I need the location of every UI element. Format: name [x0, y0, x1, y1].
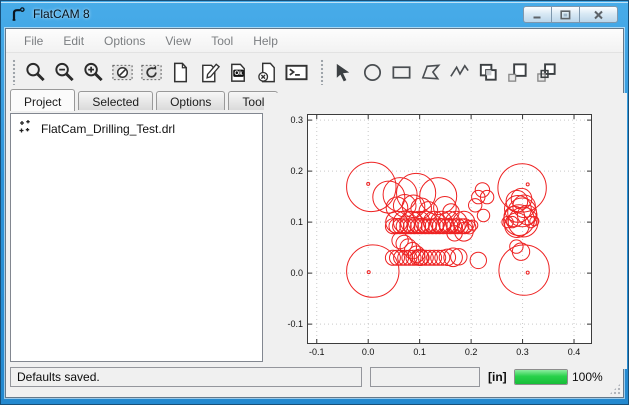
drill-hole-circle [367, 271, 370, 274]
zoom-fit-icon[interactable] [21, 57, 50, 87]
select-arrow-icon[interactable] [329, 57, 358, 87]
drill-hole-circle [420, 178, 457, 215]
plot-figure[interactable]: -0.1 0.0 0.1 0.2 0.3 0.4 -0.1 0.0 0.1 0.2 0.3 [264, 93, 627, 369]
y-tick-label: 0.2 [290, 166, 303, 176]
toolbar-handle[interactable] [12, 59, 16, 85]
save-ok-icon[interactable]: Ok [224, 57, 253, 87]
x-tick-label: 0.0 [362, 347, 375, 357]
draw-polygon-icon[interactable] [416, 57, 445, 87]
y-tick-label: 0.0 [290, 268, 303, 278]
draw-path-icon[interactable] [445, 57, 474, 87]
maximize-icon[interactable] [551, 6, 580, 23]
draw-circle-icon[interactable] [358, 57, 387, 87]
drill-hole-circle [477, 209, 489, 221]
menu-help[interactable]: Help [243, 30, 288, 52]
drill-hole-circle [499, 245, 549, 295]
status-bar: Defaults saved. [in] 100% [6, 363, 623, 397]
tab-selected[interactable]: Selected [78, 91, 153, 110]
status-secondary-box [370, 367, 480, 387]
x-tick-label: 0.3 [516, 347, 529, 357]
delete-object-icon[interactable] [253, 57, 282, 87]
move-objects-icon[interactable] [532, 57, 561, 87]
menu-edit[interactable]: Edit [53, 30, 94, 52]
flatcam-window: FlatCAM 8 FileEditOptionsViewToolHelp Ok… [0, 0, 629, 405]
shell-icon[interactable] [282, 57, 311, 87]
notebook-tabs: ProjectSelectedOptionsTool [10, 91, 278, 113]
y-tick-label: 0.1 [290, 217, 303, 227]
zoom-out-icon[interactable] [50, 57, 79, 87]
drill-hole-circle [526, 271, 529, 274]
menu-tool[interactable]: Tool [201, 30, 243, 52]
progress-bar [514, 369, 568, 385]
zoom-in-icon[interactable] [79, 57, 108, 87]
plot-axes[interactable]: -0.10.00.10.20.30.4-0.10.00.10.20.3 [307, 114, 592, 344]
drill-hole-circle [347, 162, 396, 211]
plot-canvas[interactable] [308, 115, 591, 343]
titlebar[interactable]: FlatCAM 8 [1, 1, 628, 28]
progress-percent: 100% [572, 370, 603, 384]
tab-options[interactable]: Options [156, 91, 225, 110]
geometry-toolbar [314, 55, 564, 89]
replot-icon[interactable] [137, 57, 166, 87]
draw-rectangle-icon[interactable] [387, 57, 416, 87]
menu-file[interactable]: File [14, 30, 53, 52]
tab-project[interactable]: Project [10, 89, 75, 111]
project-tree[interactable]: FlatCam_Drilling_Test.drl [10, 113, 263, 362]
drill-hole-circle [526, 183, 529, 186]
minimize-icon[interactable] [523, 6, 552, 23]
window-title: FlatCAM 8 [33, 7, 90, 21]
svg-text:Ok: Ok [234, 70, 243, 77]
flatcam-logo-icon [10, 6, 27, 23]
menu-bar: FileEditOptionsViewToolHelp [6, 29, 623, 53]
toolbar-handle[interactable] [320, 59, 324, 85]
y-tick-label: 0.3 [290, 115, 303, 125]
window-controls [524, 6, 618, 23]
drill-hole-circle [451, 249, 467, 265]
resize-grip-icon[interactable] [609, 383, 621, 395]
units-label: [in] [488, 370, 507, 384]
drill-hole-circle [470, 252, 486, 268]
y-tick-label: -0.1 [287, 319, 303, 329]
clear-plot-icon[interactable] [108, 57, 137, 87]
drill-object-icon [18, 119, 34, 138]
copy-objects-icon[interactable] [503, 57, 532, 87]
union-icon[interactable] [474, 57, 503, 87]
x-tick-label: 0.2 [465, 347, 478, 357]
close-icon[interactable] [579, 6, 618, 23]
new-project-icon[interactable] [166, 57, 195, 87]
toolbar: Ok [6, 53, 623, 91]
tree-item[interactable]: FlatCam_Drilling_Test.drl [11, 114, 262, 138]
menu-view[interactable]: View [155, 30, 201, 52]
status-message: Defaults saved. [10, 367, 362, 387]
open-edit-icon[interactable] [195, 57, 224, 87]
x-tick-label: 0.1 [413, 347, 426, 357]
file-plot-toolbar: Ok [6, 55, 314, 89]
tree-item-label: FlatCam_Drilling_Test.drl [41, 122, 175, 136]
x-tick-label: 0.4 [568, 347, 581, 357]
x-tick-label: -0.1 [309, 347, 325, 357]
menu-options[interactable]: Options [94, 30, 155, 52]
main-content: FileEditOptionsViewToolHelp Ok ProjectSe… [5, 28, 624, 398]
